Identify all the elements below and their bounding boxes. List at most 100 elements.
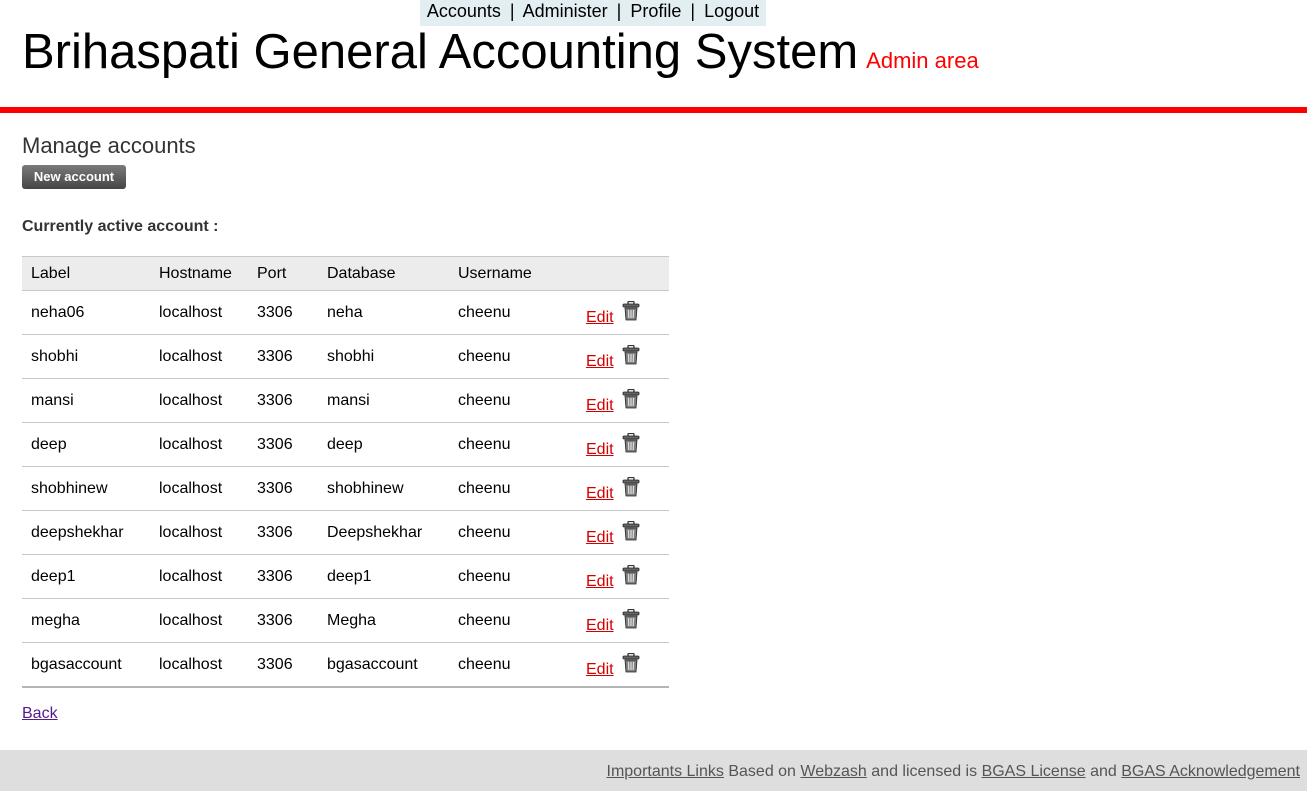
important-links-link[interactable]: Importants Links — [607, 763, 724, 780]
cell-label: shobhi — [22, 335, 150, 379]
cell-label: megha — [22, 599, 150, 643]
table-row: bgasaccountlocalhost3306bgasaccountcheen… — [22, 643, 669, 688]
nav-logout-link[interactable]: Logout — [704, 1, 759, 21]
cell-username: cheenu — [449, 599, 577, 643]
cell-label: deep1 — [22, 555, 150, 599]
edit-link[interactable]: Edit — [586, 529, 614, 546]
footer-text: and — [1090, 763, 1117, 780]
table-row: neha06localhost3306nehacheenu Edit — [22, 291, 669, 335]
app-title: Brihaspati General Accounting SystemAdmi… — [22, 24, 979, 89]
cell-username: cheenu — [449, 379, 577, 423]
cell-database: mansi — [318, 379, 449, 423]
table-header-row: Label Hostname Port Database Username — [22, 257, 669, 291]
bgas-license-link[interactable]: BGAS License — [982, 763, 1086, 780]
cell-port: 3306 — [248, 335, 318, 379]
trash-icon[interactable] — [622, 521, 640, 541]
edit-link[interactable]: Edit — [586, 573, 614, 590]
edit-link[interactable]: Edit — [586, 661, 614, 678]
column-header-label: Label — [22, 257, 150, 291]
cell-actions: Edit — [577, 555, 669, 599]
nav-accounts-link[interactable]: Accounts — [427, 1, 501, 21]
column-header-hostname: Hostname — [150, 257, 248, 291]
cell-actions: Edit — [577, 511, 669, 555]
trash-icon[interactable] — [622, 433, 640, 453]
edit-link[interactable]: Edit — [586, 309, 614, 326]
cell-database: deep — [318, 423, 449, 467]
table-row: shobhilocalhost3306shobhicheenuEdit — [22, 335, 669, 379]
cell-username: cheenu — [449, 291, 577, 335]
cell-label: bgasaccount — [22, 643, 150, 688]
column-header-username: Username — [449, 257, 577, 291]
cell-database: deep1 — [318, 555, 449, 599]
trash-icon[interactable] — [622, 301, 640, 321]
nav-administer-link[interactable]: Administer — [523, 1, 608, 21]
cell-label: neha06 — [22, 291, 150, 335]
cell-database: bgasaccount — [318, 643, 449, 688]
cell-hostname: localhost — [150, 467, 248, 511]
cell-label: shobhinew — [22, 467, 150, 511]
column-header-port: Port — [248, 257, 318, 291]
cell-port: 3306 — [248, 555, 318, 599]
table-row: deep1localhost3306deep1cheenuEdit — [22, 555, 669, 599]
nav-profile-link[interactable]: Profile — [630, 1, 681, 21]
cell-database: shobhi — [318, 335, 449, 379]
cell-username: cheenu — [449, 511, 577, 555]
bgas-acknowledgement-link[interactable]: BGAS Acknowledgement — [1121, 763, 1300, 780]
active-account-label: Currently active account : — [22, 218, 219, 236]
cell-actions: Edit — [577, 335, 669, 379]
cell-actions: Edit — [577, 423, 669, 467]
cell-username: cheenu — [449, 555, 577, 599]
cell-label: deep — [22, 423, 150, 467]
webzash-link[interactable]: Webzash — [800, 763, 866, 780]
edit-link[interactable]: Edit — [586, 485, 614, 502]
cell-username: cheenu — [449, 467, 577, 511]
table-row: meghalocalhost3306Meghacheenu Edit — [22, 599, 669, 643]
nav-separator: | — [686, 1, 699, 21]
cell-hostname: localhost — [150, 291, 248, 335]
page-title: Manage accounts — [22, 132, 196, 160]
footer-text: and licensed is — [871, 763, 977, 780]
app-title-text: Brihaspati General Accounting System — [22, 25, 858, 79]
cell-hostname: localhost — [150, 643, 248, 688]
trash-icon[interactable] — [622, 609, 640, 629]
trash-icon[interactable] — [622, 477, 640, 497]
edit-link[interactable]: Edit — [586, 617, 614, 634]
cell-actions: Edit — [577, 643, 669, 688]
cell-database: shobhinew — [318, 467, 449, 511]
edit-link[interactable]: Edit — [586, 397, 614, 414]
cell-hostname: localhost — [150, 599, 248, 643]
cell-hostname: localhost — [150, 335, 248, 379]
cell-actions: Edit — [577, 291, 669, 335]
cell-database: Megha — [318, 599, 449, 643]
cell-port: 3306 — [248, 291, 318, 335]
accounts-table: Label Hostname Port Database Username ne… — [22, 256, 669, 688]
cell-port: 3306 — [248, 423, 318, 467]
trash-icon[interactable] — [622, 389, 640, 409]
cell-port: 3306 — [248, 643, 318, 688]
trash-icon[interactable] — [622, 653, 640, 673]
table-row: deeplocalhost3306deepcheenuEdit — [22, 423, 669, 467]
cell-label: mansi — [22, 379, 150, 423]
trash-icon[interactable] — [622, 565, 640, 585]
footer: Importants Links Based on Webzash and li… — [0, 750, 1307, 791]
cell-actions: Edit — [577, 467, 669, 511]
cell-hostname: localhost — [150, 511, 248, 555]
table-row: deepshekharlocalhost3306Deepshekharcheen… — [22, 511, 669, 555]
cell-hostname: localhost — [150, 379, 248, 423]
cell-database: neha — [318, 291, 449, 335]
nav-separator: | — [506, 1, 519, 21]
cell-label: deepshekhar — [22, 511, 150, 555]
footer-text: Based on — [728, 763, 796, 780]
cell-port: 3306 — [248, 467, 318, 511]
cell-hostname: localhost — [150, 555, 248, 599]
table-row: shobhinewlocalhost3306shobhinewcheenuEdi… — [22, 467, 669, 511]
column-header-actions — [577, 257, 669, 291]
edit-link[interactable]: Edit — [586, 441, 614, 458]
edit-link[interactable]: Edit — [586, 353, 614, 370]
new-account-button[interactable]: New account — [22, 165, 126, 189]
header-divider — [0, 107, 1307, 113]
back-link[interactable]: Back — [22, 705, 58, 723]
table-row: mansilocalhost3306mansicheenuEdit — [22, 379, 669, 423]
trash-icon[interactable] — [622, 345, 640, 365]
cell-port: 3306 — [248, 599, 318, 643]
